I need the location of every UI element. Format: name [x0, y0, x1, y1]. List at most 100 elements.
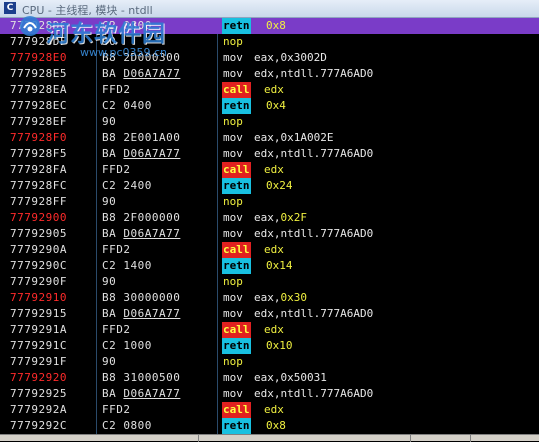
- disasm-row[interactable]: 777928F5 BA D06A7A77 mov edx,ntdll.777A6AD0: [0, 146, 539, 162]
- hex-bytes: B8 31000500: [102, 370, 216, 386]
- mnemonic: mov: [223, 147, 243, 160]
- disasm-row[interactable]: 777928FC C2 2400 retn 0x24: [0, 178, 539, 194]
- address: 777928FF: [10, 195, 67, 208]
- disassembly-pane[interactable]: 777928DC C2 0800 retn 0x8 777928DF 90 nop 77792…: [0, 18, 539, 434]
- address: 77792900: [10, 211, 67, 224]
- mnemonic: retn: [222, 98, 251, 114]
- mnemonic: mov: [223, 131, 243, 144]
- hex-bytes: B8 30000000: [102, 290, 216, 306]
- disasm-row[interactable]: 777928EA FFD2 call edx: [0, 82, 539, 98]
- hex-bytes: 90: [102, 34, 216, 50]
- disasm-row[interactable]: 7779290C C2 1400 retn 0x14: [0, 258, 539, 274]
- disasm-row[interactable]: 777928DF 90 nop: [0, 34, 539, 50]
- hex-bytes: FFD2: [102, 402, 216, 418]
- hex-bytes: C2 0800: [102, 418, 216, 434]
- operand: edx,ntdll.777A6AD0: [254, 227, 374, 240]
- operand: 0x4: [266, 99, 286, 112]
- operands: eax,0x30: [254, 290, 307, 306]
- hex-opcode: FFD2: [102, 163, 131, 176]
- disasm-row[interactable]: 777928FF 90 nop: [0, 194, 539, 210]
- operands: eax,0x3002D: [254, 50, 327, 66]
- disasm-row[interactable]: 7779291F 90 nop: [0, 354, 539, 370]
- disasm-row[interactable]: 777928DC C2 0800 retn 0x8: [0, 18, 539, 34]
- address: 777928FA: [10, 163, 67, 176]
- disasm-row[interactable]: 777928EC C2 0400 retn 0x4: [0, 98, 539, 114]
- status-bar: [0, 434, 539, 442]
- window-titlebar[interactable]: C CPU - 主线程, 模块 - ntdll: [0, 0, 539, 18]
- address: 7779290F: [10, 275, 67, 288]
- hex-bytes: C2 0400: [102, 98, 216, 114]
- mnemonic: retn: [222, 418, 251, 434]
- hex-opcode: BA: [102, 387, 124, 400]
- disasm-row[interactable]: 7779290A FFD2 call edx: [0, 242, 539, 258]
- disasm-row[interactable]: 77792920 B8 31000500 mov eax,0x50031: [0, 370, 539, 386]
- address: 7779290C: [10, 259, 67, 272]
- operand: 0x14: [266, 259, 293, 272]
- address: 777928DC: [10, 19, 67, 32]
- hex-opcode: C2 0800: [102, 419, 152, 432]
- mnemonic: call: [222, 402, 251, 418]
- mnemonic: nop: [223, 275, 243, 288]
- operand: 0x8: [266, 19, 286, 32]
- operands: eax,0x1A002E: [254, 130, 333, 146]
- address: 777928F0: [10, 131, 67, 144]
- hex-opcode: BA: [102, 307, 124, 320]
- disasm-row[interactable]: 7779291C C2 1000 retn 0x10: [0, 338, 539, 354]
- disasm-row[interactable]: 7779292C C2 0800 retn 0x8: [0, 418, 539, 434]
- hex-bytes: C2 2400: [102, 178, 216, 194]
- operands: eax,0x50031: [254, 370, 327, 386]
- address: 7779290A: [10, 243, 67, 256]
- hex-bytes: 90: [102, 354, 216, 370]
- hex-bytes: 90: [102, 274, 216, 290]
- operands: 0x8: [266, 18, 286, 34]
- operand: edx,ntdll.777A6AD0: [254, 307, 374, 320]
- hex-opcode: FFD2: [102, 403, 131, 416]
- hex-opcode: FFD2: [102, 83, 131, 96]
- hex-opcode: C2 0400: [102, 99, 152, 112]
- mnemonic: call: [222, 242, 251, 258]
- hex-bytes: B8 2E001A00: [102, 130, 216, 146]
- hex-opcode: B8 2E001A00: [102, 131, 181, 144]
- hex-opcode: B8 2F000000: [102, 211, 181, 224]
- operands: edx,ntdll.777A6AD0: [254, 386, 373, 402]
- address: 777928EA: [10, 83, 67, 96]
- hex-relocated-bytes: D06A7A77: [123, 227, 181, 240]
- operands: 0x8: [266, 418, 286, 434]
- address: 77792905: [10, 227, 67, 240]
- hex-opcode: BA: [102, 147, 124, 160]
- operands: edx: [264, 82, 284, 98]
- operands: edx: [264, 322, 284, 338]
- operand: edx,ntdll.777A6AD0: [254, 67, 374, 80]
- disasm-row[interactable]: 777928EF 90 nop: [0, 114, 539, 130]
- operand: 0x24: [266, 179, 293, 192]
- mnemonic: retn: [222, 338, 251, 354]
- hex-bytes: 90: [102, 194, 216, 210]
- disasm-row[interactable]: 777928E5 BA D06A7A77 mov edx,ntdll.777A6AD0: [0, 66, 539, 82]
- hex-bytes: B8 2D000300: [102, 50, 216, 66]
- operands: edx,ntdll.777A6AD0: [254, 66, 373, 82]
- disasm-row[interactable]: 77792905 BA D06A7A77 mov edx,ntdll.777A6AD0: [0, 226, 539, 242]
- operand: edx: [264, 323, 284, 336]
- hex-bytes: FFD2: [102, 242, 216, 258]
- disasm-row[interactable]: 777928E0 B8 2D000300 mov eax,0x3002D: [0, 50, 539, 66]
- disasm-row[interactable]: 7779290F 90 nop: [0, 274, 539, 290]
- disasm-row[interactable]: 777928FA FFD2 call edx: [0, 162, 539, 178]
- hex-opcode: FFD2: [102, 323, 131, 336]
- disasm-row[interactable]: 77792915 BA D06A7A77 mov edx,ntdll.777A6AD0: [0, 306, 539, 322]
- operand: edx: [264, 83, 284, 96]
- hex-relocated-bytes: D06A7A77: [123, 387, 181, 400]
- address: 777928E5: [10, 67, 67, 80]
- disasm-row[interactable]: 77792900 B8 2F000000 mov eax,0x2F: [0, 210, 539, 226]
- address: 777928E0: [10, 51, 67, 64]
- disasm-row[interactable]: 777928F0 B8 2E001A00 mov eax,0x1A002E: [0, 130, 539, 146]
- disasm-row[interactable]: 77792925 BA D06A7A77 mov edx,ntdll.777A6AD0: [0, 386, 539, 402]
- operands: 0x14: [266, 258, 293, 274]
- mnemonic: nop: [223, 115, 243, 128]
- hex-opcode: 90: [102, 355, 117, 368]
- disasm-row[interactable]: 7779292A FFD2 call edx: [0, 402, 539, 418]
- address: 777928FC: [10, 179, 67, 192]
- mnemonic: retn: [222, 18, 251, 34]
- disasm-row[interactable]: 77792910 B8 30000000 mov eax,0x30: [0, 290, 539, 306]
- disasm-row[interactable]: 7779291A FFD2 call edx: [0, 322, 539, 338]
- app-icon: C: [4, 2, 16, 14]
